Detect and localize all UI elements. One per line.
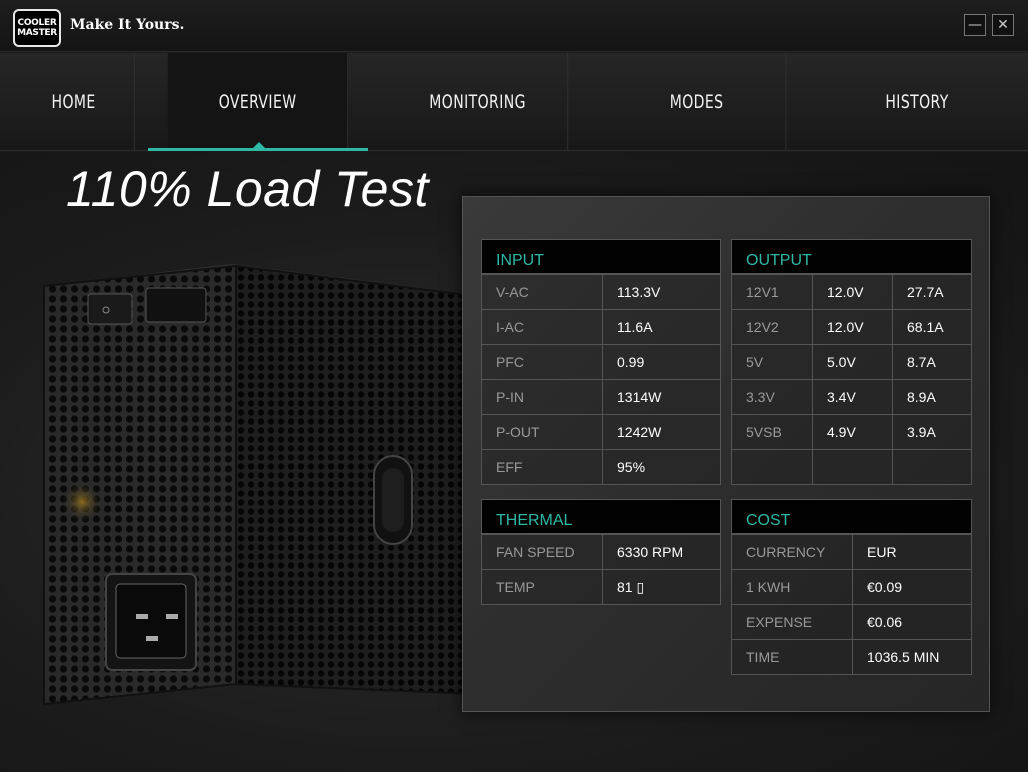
table-row: EXPENSE €0.06 [732,604,971,639]
rail-voltage: 4.9V [812,415,892,449]
row-label: CURRENCY [746,544,826,560]
tab-label: MONITORING [429,91,526,113]
input-card-title: INPUT [482,240,720,274]
table-row: I-AC 11.6A [482,309,720,344]
table-row [732,449,971,484]
rail-label: 12V2 [746,319,779,335]
rail-current [892,450,971,484]
cost-card-title: COST [732,500,971,534]
rail-voltage: 3.4V [812,380,892,414]
table-row: 5VSB 4.9V 3.9A [732,414,971,449]
row-label: P-IN [496,389,524,405]
table-row: TIME 1036.5 MIN [732,639,971,674]
row-value: 11.6A [602,310,720,344]
table-row: 12V1 12.0V 27.7A [732,274,971,309]
tab-label: OVERVIEW [218,91,297,113]
rail-voltage: 5.0V [812,345,892,379]
table-row: 5V 5.0V 8.7A [732,344,971,379]
row-value: 1242W [602,415,720,449]
output-card-title: OUTPUT [732,240,971,274]
row-value: 81 ▯ [602,570,720,604]
tab-monitoring[interactable]: MONITORING [388,53,569,151]
table-row: 12V2 12.0V 68.1A [732,309,971,344]
rail-voltage: 12.0V [812,275,892,309]
tab-modes[interactable]: MODES [608,53,787,151]
table-row: FAN SPEED 6330 RPM [482,534,720,569]
row-label: V-AC [496,284,529,300]
rail-current: 68.1A [892,310,971,344]
input-card: INPUT V-AC 113.3V I-AC 11.6A PFC 0.99 P-… [481,239,721,485]
rail-label [732,450,812,484]
rail-current: 3.9A [892,415,971,449]
row-label: FAN SPEED [496,544,575,560]
rail-voltage [812,450,892,484]
table-row: 3.3V 3.4V 8.9A [732,379,971,414]
rail-voltage: 12.0V [812,310,892,344]
row-label: EFF [496,459,523,475]
table-row: P-IN 1314W [482,379,720,414]
psu-image [36,264,476,724]
rail-current: 8.7A [892,345,971,379]
tab-history[interactable]: HISTORY [826,53,1008,151]
row-value: €0.09 [852,570,971,604]
tab-label: MODES [669,91,724,113]
tab-home[interactable]: HOME [13,53,135,151]
table-row: 1 KWH €0.09 [732,569,971,604]
row-label: P-OUT [496,424,540,440]
row-value: 0.99 [602,345,720,379]
rail-current: 8.9A [892,380,971,414]
rail-label: 5VSB [746,424,782,440]
row-value: 95% [602,450,720,484]
table-row: TEMP 81 ▯ [482,569,720,604]
table-row: V-AC 113.3V [482,274,720,309]
rail-label: 12V1 [746,284,779,300]
tab-label: HOME [51,91,96,113]
stats-panel: INPUT V-AC 113.3V I-AC 11.6A PFC 0.99 P-… [462,196,990,712]
row-label: 1 KWH [746,579,791,595]
row-value: 113.3V [602,275,720,309]
rail-label: 3.3V [746,389,775,405]
thermal-card-title: THERMAL [482,500,720,534]
title-bar: COOLER MASTER Make It Yours. — ✕ [0,0,1028,52]
row-value: 1314W [602,380,720,414]
table-row: PFC 0.99 [482,344,720,379]
row-label: TIME [746,649,780,665]
minimize-icon: — [968,17,982,33]
row-label: TEMP [496,579,535,595]
cooler-master-logo: COOLER MASTER [13,9,61,47]
row-label: I-AC [496,319,524,335]
logo-line-1: COOLER [17,18,57,28]
logo-line-2: MASTER [17,28,57,38]
table-row: CURRENCY EUR [732,534,971,569]
table-row: EFF 95% [482,449,720,484]
row-label: PFC [496,354,524,370]
minimize-button[interactable]: — [964,14,986,36]
psu-illustration [43,264,476,706]
table-row: P-OUT 1242W [482,414,720,449]
thermal-card: THERMAL FAN SPEED 6330 RPM TEMP 81 ▯ [481,499,721,605]
rail-label: 5V [746,354,764,370]
row-value: €0.06 [852,605,971,639]
row-value: EUR [852,535,971,569]
tagline: Make It Yours. [70,17,185,33]
row-label: EXPENSE [746,614,813,630]
cost-card: COST CURRENCY EUR 1 KWH €0.09 EXPENSE €0… [731,499,972,675]
output-card: OUTPUT 12V1 12.0V 27.7A 12V2 12.0V 68.1A… [731,239,972,485]
close-icon: ✕ [997,17,1009,33]
main-nav: HOME OVERVIEW MONITORING MODES HISTORY [0,53,1028,151]
tab-overview[interactable]: OVERVIEW [167,53,349,151]
active-tab-indicator [148,148,368,151]
close-button[interactable]: ✕ [992,14,1014,36]
row-value: 1036.5 MIN [852,640,971,674]
page-title: 110% Load Test [66,161,429,217]
row-value: 6330 RPM [602,535,720,569]
main-content: 110% Load Test INPUT V-AC 113.3V I-AC 11… [0,152,1028,772]
rail-current: 27.7A [892,275,971,309]
tab-label: HISTORY [885,91,949,113]
